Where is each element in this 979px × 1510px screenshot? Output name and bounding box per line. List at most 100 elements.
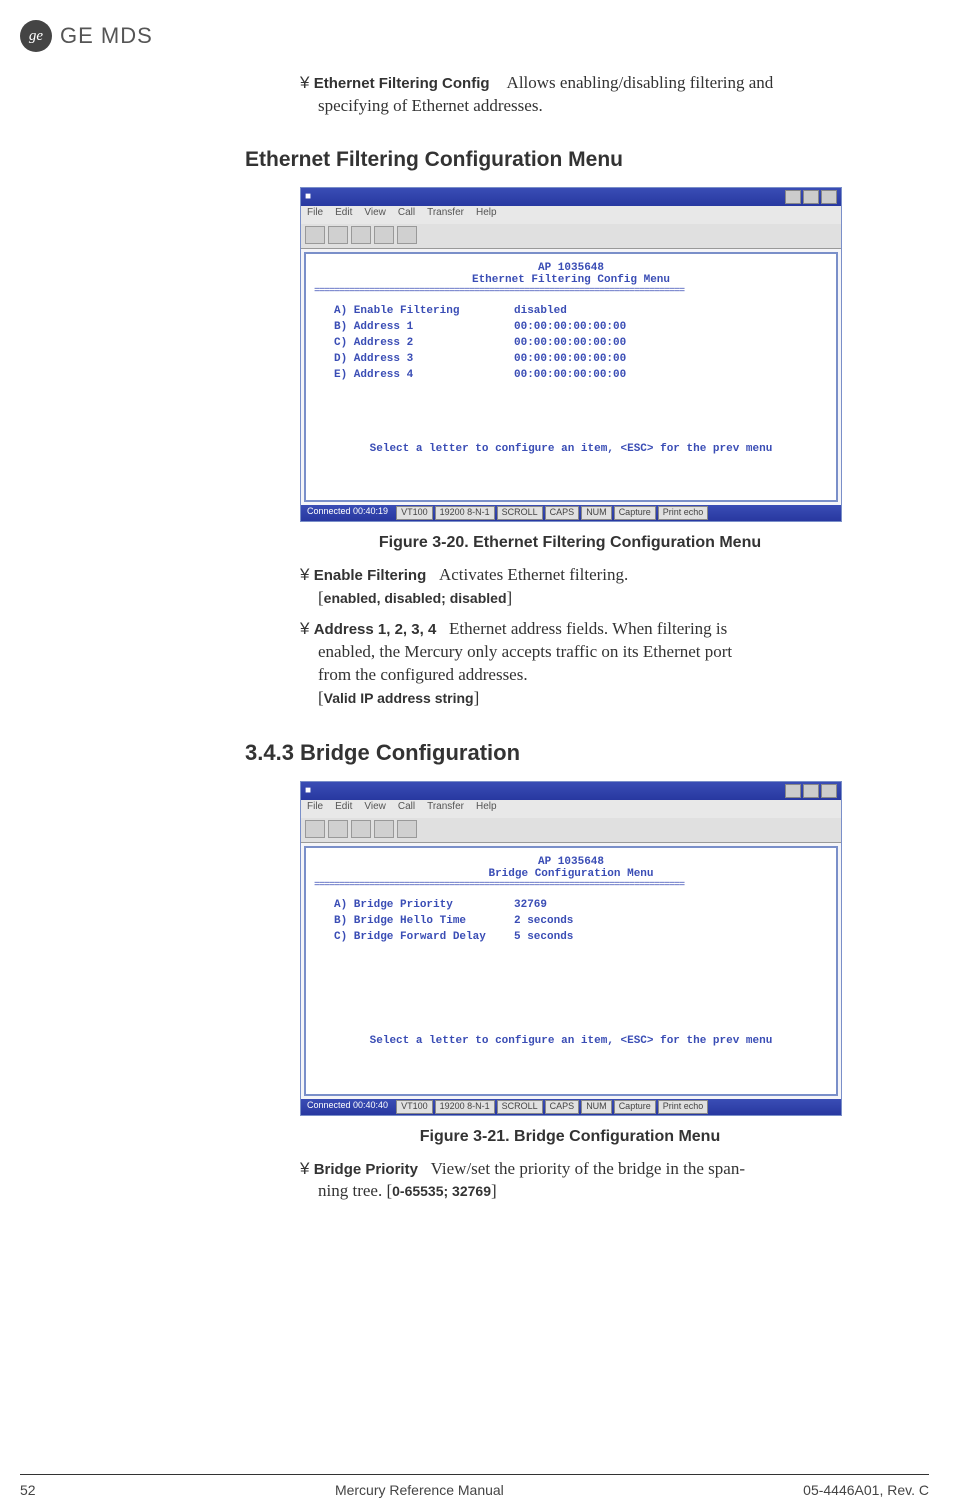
- menu-file[interactable]: File: [307, 207, 323, 223]
- term-row-enable-filtering[interactable]: A) Enable Filtering disabled: [314, 303, 828, 319]
- menu-help[interactable]: Help: [476, 207, 497, 223]
- term-val: 00:00:00:00:00:00: [514, 369, 626, 381]
- term-row-bridge-hello[interactable]: B) Bridge Hello Time 2 seconds: [314, 913, 828, 929]
- maximize-icon[interactable]: [803, 190, 819, 204]
- toolbar-button-icon[interactable]: [328, 226, 348, 244]
- term-key: B) Address 1: [334, 321, 514, 333]
- status-item: SCROLL: [497, 506, 543, 520]
- term-key: E) Address 4: [334, 369, 514, 381]
- titlebar-text: ■: [305, 191, 785, 202]
- toolbar-button-icon[interactable]: [397, 820, 417, 838]
- bullet-marker: ¥: [300, 1159, 309, 1178]
- footer-rule: [20, 1474, 929, 1475]
- minimize-icon[interactable]: [785, 190, 801, 204]
- bracket-close: ]: [491, 1181, 497, 1200]
- menu-view[interactable]: View: [364, 207, 386, 223]
- page-container: ge GE MDS ¥ Ethernet Filtering Config Al…: [0, 0, 979, 1510]
- toolbar-button-icon[interactable]: [328, 820, 348, 838]
- term-key: C) Bridge Forward Delay: [334, 931, 514, 943]
- toolbar-button-icon[interactable]: [374, 226, 394, 244]
- desc-line1: View/set the priority of the bridge in t…: [431, 1159, 745, 1178]
- bullets-after-fig2: ¥ Bridge Priority View/set the priority …: [300, 1158, 929, 1204]
- term-row-bridge-priority[interactable]: A) Bridge Priority 32769: [314, 897, 828, 913]
- menu-call[interactable]: Call: [398, 801, 415, 817]
- bullets-after-fig1: ¥ Enable Filtering Activates Ethernet fi…: [300, 564, 929, 710]
- menu-transfer[interactable]: Transfer: [427, 207, 464, 223]
- term-row-address4[interactable]: E) Address 4 00:00:00:00:00:00: [314, 367, 828, 383]
- menu-help[interactable]: Help: [476, 801, 497, 817]
- status-item: NUM: [581, 1100, 612, 1114]
- status-connection: Connected 00:40:19: [301, 505, 394, 521]
- ge-logo-icon: ge: [20, 20, 52, 52]
- status-item: CAPS: [545, 506, 580, 520]
- toolbar-button-icon[interactable]: [351, 226, 371, 244]
- bullet-label: Enable Filtering: [314, 567, 427, 584]
- menu-transfer[interactable]: Transfer: [427, 801, 464, 817]
- toolbar-button-icon[interactable]: [351, 820, 371, 838]
- toolbar-button-icon[interactable]: [397, 226, 417, 244]
- status-item: VT100: [396, 1100, 433, 1114]
- range-line: [Valid IP address string]: [318, 687, 929, 710]
- menubar-1: File Edit View Call Transfer Help: [301, 206, 841, 224]
- menubar-2: File Edit View Call Transfer Help: [301, 800, 841, 818]
- term-key: A) Bridge Priority: [334, 899, 514, 911]
- term-device-header: AP 1035648: [314, 262, 828, 274]
- bullet-label: Address 1, 2, 3, 4: [314, 621, 437, 638]
- footer-title: Mercury Reference Manual: [335, 1482, 504, 1498]
- term-divider: ========================================…: [314, 880, 828, 891]
- range-line: [enabled, disabled; disabled]: [318, 587, 929, 610]
- desc-line1: Allows enabling/disabling filtering and: [507, 73, 774, 92]
- term-row-address3[interactable]: D) Address 3 00:00:00:00:00:00: [314, 351, 828, 367]
- maximize-icon[interactable]: [803, 784, 819, 798]
- status-item: 19200 8-N-1: [435, 1100, 495, 1114]
- bullet-desc-cont: specifying of Ethernet addresses.: [318, 95, 929, 118]
- bullet-label: Ethernet Filtering Config: [314, 75, 490, 92]
- desc-line2: ning tree.: [318, 1181, 386, 1200]
- term-val: 00:00:00:00:00:00: [514, 337, 626, 349]
- desc-and-range: ning tree. [0-65535; 32769]: [318, 1180, 929, 1203]
- close-icon[interactable]: [821, 190, 837, 204]
- terminal-window-1: ■ File Edit View Call Transfer Help AP 1…: [300, 187, 842, 522]
- toolbar-button-icon[interactable]: [374, 820, 394, 838]
- titlebar-1: ■: [301, 188, 841, 206]
- terminal-body-1: AP 1035648 Ethernet Filtering Config Men…: [304, 252, 838, 502]
- term-row-address2[interactable]: C) Address 2 00:00:00:00:00:00: [314, 335, 828, 351]
- menu-edit[interactable]: Edit: [335, 207, 352, 223]
- term-row-bridge-fwd-delay[interactable]: C) Bridge Forward Delay 5 seconds: [314, 929, 828, 945]
- toolbar-2: [301, 818, 841, 843]
- terminal-window-2: ■ File Edit View Call Transfer Help AP 1…: [300, 781, 842, 1116]
- figure-caption-1: Figure 3-20. Ethernet Filtering Configur…: [300, 534, 840, 552]
- term-val: 32769: [514, 899, 547, 911]
- bullet-desc: Allows enabling/disabling filtering and: [494, 73, 774, 92]
- page-header: ge GE MDS: [20, 20, 929, 52]
- status-item: CAPS: [545, 1100, 580, 1114]
- menu-view[interactable]: View: [364, 801, 386, 817]
- term-divider: ========================================…: [314, 286, 828, 297]
- status-item: 19200 8-N-1: [435, 506, 495, 520]
- intro-bullet-block: ¥ Ethernet Filtering Config Allows enabl…: [300, 72, 929, 118]
- range-text: enabled, disabled; disabled: [324, 590, 507, 606]
- bullet-address-1234: ¥ Address 1, 2, 3, 4 Ethernet address fi…: [300, 618, 929, 710]
- bullet-label: Bridge Priority: [314, 1161, 418, 1178]
- status-item: SCROLL: [497, 1100, 543, 1114]
- toolbar-button-icon[interactable]: [305, 820, 325, 838]
- menu-file[interactable]: File: [307, 801, 323, 817]
- term-val: 00:00:00:00:00:00: [514, 353, 626, 365]
- page-number: 52: [20, 1482, 36, 1498]
- menu-call[interactable]: Call: [398, 207, 415, 223]
- minimize-icon[interactable]: [785, 784, 801, 798]
- close-icon[interactable]: [821, 784, 837, 798]
- status-item: NUM: [581, 506, 612, 520]
- term-menu-title: Bridge Configuration Menu: [314, 868, 828, 880]
- bracket-close: ]: [507, 588, 513, 607]
- section-heading-ethernet: Ethernet Filtering Configuration Menu: [245, 148, 929, 172]
- menu-edit[interactable]: Edit: [335, 801, 352, 817]
- status-item: Print echo: [658, 506, 709, 520]
- term-row-address1[interactable]: B) Address 1 00:00:00:00:00:00: [314, 319, 828, 335]
- bullet-desc: View/set the priority of the bridge in t…: [422, 1159, 745, 1178]
- status-connection: Connected 00:40:40: [301, 1099, 394, 1115]
- term-footer-prompt: Select a letter to configure an item, <E…: [314, 443, 828, 455]
- subsection-bridge-config: 3.4.3 Bridge Configuration: [245, 740, 929, 766]
- toolbar-button-icon[interactable]: [305, 226, 325, 244]
- desc-line1: Ethernet address fields. When filtering …: [449, 619, 727, 638]
